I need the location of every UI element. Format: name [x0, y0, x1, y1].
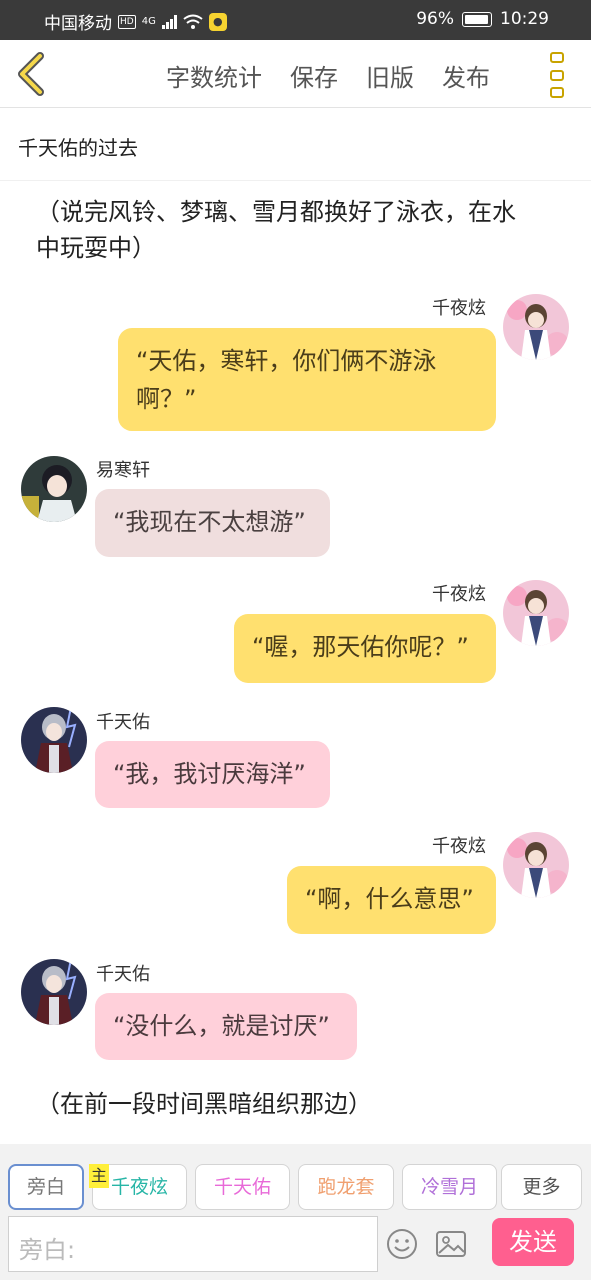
app-notification-icon: ●	[208, 12, 227, 31]
role-tab-narrator[interactable]: 旁白	[8, 1164, 84, 1210]
publish-button[interactable]: 发布	[442, 58, 490, 93]
word-count-button[interactable]: 字数统计	[166, 58, 262, 93]
status-bar: 中国移动 HD 4G ● 96% 10:29	[0, 0, 591, 40]
avatar[interactable]	[21, 959, 87, 1025]
hd-icon: HD	[118, 14, 136, 29]
bubble-line: “天佑，寒轩，你们俩不游泳	[136, 347, 437, 375]
speaker-name: 千夜炫	[432, 298, 486, 319]
composer-panel: 旁白 千夜炫 主 千天佑 跑龙套 冷雪月 更多 旁白: 发送	[0, 1144, 591, 1280]
message-bubble[interactable]: “没什么，就是讨厌”	[95, 993, 357, 1060]
nav-actions: 字数统计 保存 旧版 发布	[166, 58, 490, 93]
divider	[0, 180, 591, 181]
status-left: 中国移动 HD 4G ●	[44, 9, 227, 34]
image-icon[interactable]	[435, 1230, 467, 1258]
avatar[interactable]	[503, 580, 569, 646]
role-tab-qiantianyou[interactable]: 千天佑	[195, 1164, 290, 1210]
carrier-label: 中国移动	[44, 14, 112, 34]
role-tab-lengxueyue[interactable]: 冷雪月	[402, 1164, 497, 1210]
wifi-icon	[183, 14, 203, 29]
message-bubble[interactable]: “天佑，寒轩，你们俩不游泳 啊？”	[118, 328, 496, 431]
speaker-name: 千天佑	[96, 964, 150, 985]
bubble-line: 啊？”	[136, 385, 197, 413]
narration-line: 中玩耍中）	[36, 234, 156, 262]
more-menu-icon[interactable]	[550, 52, 570, 98]
send-button[interactable]: 发送	[492, 1218, 574, 1266]
battery-icon	[462, 11, 492, 27]
speaker-name: 千天佑	[96, 712, 150, 733]
status-right: 96% 10:29	[416, 9, 549, 29]
narration-text[interactable]: （在前一段时间黑暗组织那边）	[36, 1086, 372, 1122]
role-tab-extra[interactable]: 跑龙套	[298, 1164, 394, 1210]
message-bubble[interactable]: “啊，什么意思”	[287, 866, 496, 934]
avatar[interactable]	[21, 707, 87, 773]
battery-percent: 96%	[416, 9, 454, 29]
message-bubble[interactable]: “我，我讨厌海洋”	[95, 741, 330, 808]
speaker-name: 易寒轩	[96, 460, 150, 481]
story-title: 千天佑的过去	[18, 136, 138, 160]
save-button[interactable]: 保存	[290, 58, 338, 93]
message-input[interactable]: 旁白:	[8, 1216, 378, 1272]
avatar[interactable]	[503, 294, 569, 360]
main-character-badge: 主	[89, 1164, 109, 1188]
avatar[interactable]	[503, 832, 569, 898]
speaker-name: 千夜炫	[432, 584, 486, 605]
message-bubble[interactable]: “喔，那天佑你呢？”	[234, 614, 496, 683]
network-type-label: 4G	[141, 15, 156, 27]
clock: 10:29	[500, 9, 549, 29]
role-tab-more[interactable]: 更多	[501, 1164, 582, 1210]
signal-icon	[161, 14, 177, 29]
narration-text[interactable]: （说完风铃、梦璃、雪月都换好了泳衣，在水 中玩耍中）	[36, 194, 516, 266]
editor-screen: 中国移动 HD 4G ● 96% 10:29 字数统计 保存 旧版 发布 千天佑…	[0, 0, 591, 1280]
avatar[interactable]	[21, 456, 87, 522]
top-nav-bar: 字数统计 保存 旧版 发布	[0, 40, 591, 108]
narration-line: （说完风铃、梦璃、雪月都换好了泳衣，在水	[36, 198, 516, 226]
emoji-icon[interactable]	[386, 1228, 418, 1260]
old-version-button[interactable]: 旧版	[366, 58, 414, 93]
message-bubble[interactable]: “我现在不太想游”	[95, 489, 330, 557]
speaker-name: 千夜炫	[432, 836, 486, 857]
back-arrow-icon[interactable]	[14, 50, 50, 98]
